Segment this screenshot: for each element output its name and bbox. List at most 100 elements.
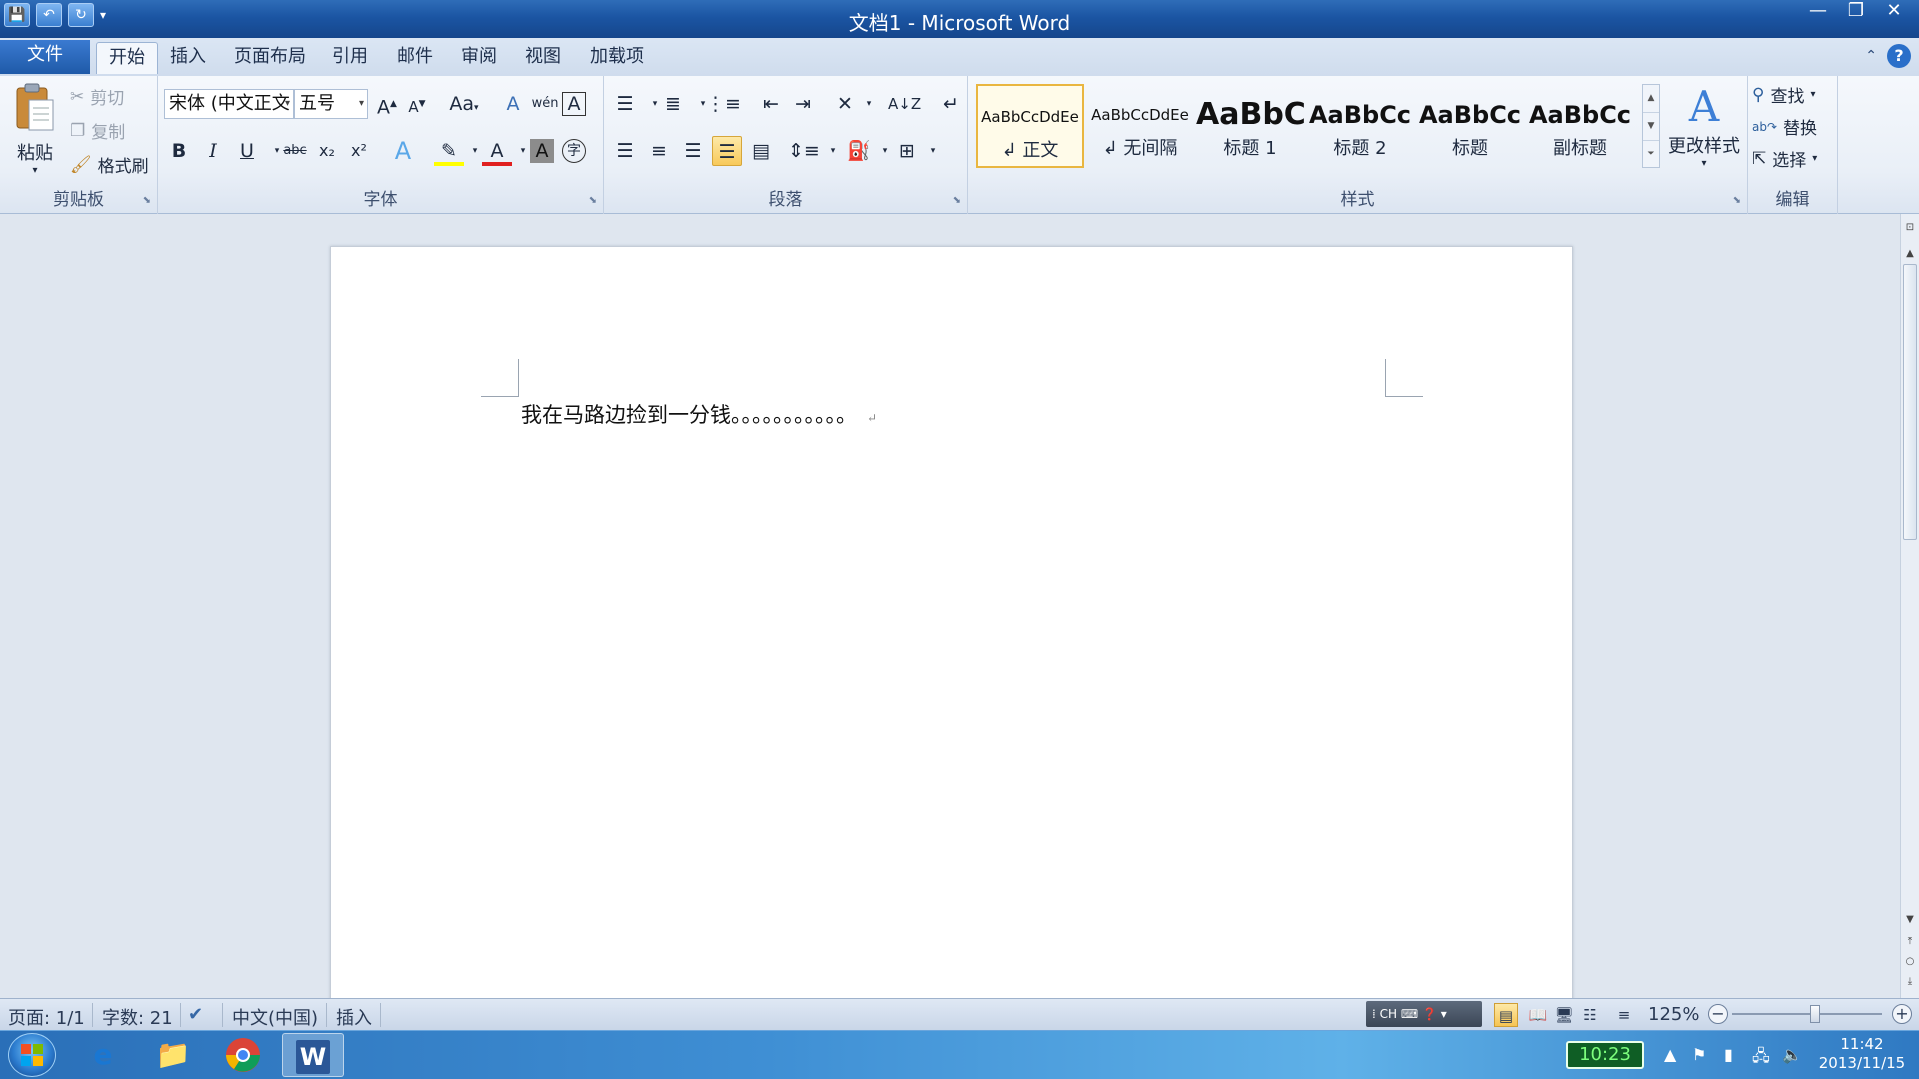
find-button[interactable]: ⚲ 查找 ▾ — [1752, 82, 1815, 108]
font-launcher-icon[interactable]: ⬊ — [589, 195, 597, 206]
zoom-slider-thumb[interactable] — [1810, 1005, 1820, 1023]
ime-toolbar[interactable]: ⁞ CH ⌨ ❓ ▾ — [1366, 1001, 1482, 1027]
volume-icon[interactable]: 🔈 — [1782, 1045, 1802, 1064]
chinese-layout-dropdown-icon[interactable]: ▾ — [854, 89, 884, 119]
prev-page-icon[interactable]: ⤒ — [1901, 936, 1919, 947]
sort-button[interactable]: A↓Z — [888, 89, 921, 119]
zoom-in-icon[interactable]: + — [1892, 1004, 1912, 1024]
styles-scroll[interactable]: ▲ ▼ ⏷ — [1642, 84, 1660, 168]
help-icon[interactable]: ? — [1887, 44, 1911, 68]
tab-mailings[interactable]: 邮件 — [385, 42, 445, 74]
ruler-toggle-icon[interactable]: ⊡ — [1901, 222, 1919, 233]
change-styles-dropdown-icon[interactable]: ▾ — [1662, 158, 1746, 169]
distributed-button[interactable]: ▤ — [746, 136, 776, 166]
insert-mode[interactable]: 插入 — [336, 1004, 372, 1030]
scroll-thumb[interactable] — [1903, 264, 1917, 540]
underline-button[interactable]: U — [232, 136, 262, 166]
style-subtitle[interactable]: AaBbCc 副标题 — [1526, 84, 1634, 168]
outline-view-icon[interactable]: ☷ — [1578, 1003, 1602, 1027]
strikethrough-button[interactable]: abc — [280, 136, 310, 166]
font-size-combo[interactable]: 五号 ▾ — [294, 89, 368, 119]
style-heading-1[interactable]: AaBbC 标题 1 — [1196, 84, 1304, 168]
show-marks-button[interactable]: ↵ — [936, 89, 966, 119]
tab-references[interactable]: 引用 — [320, 42, 380, 74]
tab-review[interactable]: 审阅 — [449, 42, 509, 74]
style-heading-2[interactable]: AaBbCc 标题 2 — [1306, 84, 1414, 168]
vertical-scrollbar[interactable]: ⊡ ▲ ▼ ⤒ ○ ⤓ — [1900, 214, 1919, 998]
numbering-button[interactable]: ≣ — [658, 89, 688, 119]
print-layout-view-icon[interactable]: ▤ — [1494, 1003, 1518, 1027]
replace-button[interactable]: ab↷ 替换 — [1752, 114, 1817, 139]
network-icon[interactable]: 🖧 — [1752, 1045, 1770, 1072]
styles-more-icon[interactable]: ⏷ — [1643, 141, 1659, 169]
decrease-indent-button[interactable]: ⇤ — [756, 89, 786, 119]
scroll-up-icon[interactable]: ▲ — [1901, 248, 1919, 259]
enclose-char-button[interactable]: 字 — [562, 139, 586, 163]
change-case-button[interactable]: Aa▾ — [444, 89, 484, 119]
styles-down-icon[interactable]: ▼ — [1643, 113, 1659, 141]
copy-button[interactable]: ❐ 复制 — [70, 118, 125, 144]
cut-button[interactable]: ✂ 剪切 — [70, 84, 124, 110]
next-page-icon[interactable]: ⤓ — [1901, 976, 1919, 987]
file-explorer-icon[interactable]: 📁 — [142, 1033, 204, 1077]
bullets-button[interactable]: ☰ — [610, 89, 640, 119]
minimize-button[interactable]: — — [1799, 0, 1837, 24]
style-normal[interactable]: AaBbCcDdEe ↲ 正文 — [976, 84, 1084, 168]
draft-view-icon[interactable]: ≡ — [1612, 1003, 1636, 1027]
align-right-button[interactable]: ☰ — [678, 136, 708, 166]
clipboard-launcher-icon[interactable]: ⬊ — [143, 195, 151, 206]
start-button[interactable] — [8, 1033, 56, 1077]
char-border-button[interactable]: A — [562, 92, 586, 116]
zoom-level[interactable]: 125% — [1648, 1004, 1699, 1025]
style-title[interactable]: AaBbCc 标题 — [1416, 84, 1524, 168]
borders-dropdown-icon[interactable]: ▾ — [918, 136, 948, 166]
line-spacing-button[interactable]: ⇕≡ — [788, 136, 820, 166]
align-left-button[interactable]: ☰ — [610, 136, 640, 166]
multilevel-list-button[interactable]: ⋮≡ — [706, 89, 741, 119]
tab-home[interactable]: 开始 — [96, 42, 158, 74]
tab-file[interactable]: 文件 — [0, 40, 90, 74]
document-body[interactable]: 我在马路边捡到一分钱。。。。。。。。。。。 ↵ — [521, 399, 877, 429]
close-button[interactable]: ✕ — [1875, 0, 1913, 24]
power-icon[interactable]: ▮ — [1724, 1045, 1733, 1064]
grow-font-button[interactable]: A▲ — [372, 89, 402, 119]
paragraph-launcher-icon[interactable]: ⬊ — [953, 195, 961, 206]
justify-button[interactable]: ☰ — [712, 136, 742, 166]
tab-view[interactable]: 视图 — [513, 42, 573, 74]
text-effect-button[interactable]: A — [388, 136, 418, 166]
change-styles-button[interactable]: A 更改样式 ▾ — [1662, 82, 1746, 169]
italic-button[interactable]: I — [198, 136, 228, 166]
reading-view-icon[interactable]: 📖 — [1526, 1003, 1550, 1027]
proofing-icon[interactable]: ✔ — [188, 1004, 203, 1025]
language-status[interactable]: 中文(中国) — [232, 1004, 318, 1030]
web-layout-icon[interactable]: 🖥 — [1552, 1003, 1576, 1027]
style-no-spacing[interactable]: AaBbCcDdEe ↲ 无间隔 — [1086, 84, 1194, 168]
format-painter-button[interactable]: 🖌 格式刷 — [70, 152, 149, 178]
zoom-slider-track[interactable] — [1732, 1013, 1882, 1015]
show-hidden-icons[interactable]: ▲ — [1664, 1045, 1676, 1064]
font-name-combo[interactable]: 宋体 (中文正文 ▾ — [164, 89, 294, 119]
restore-button[interactable]: ❐ — [1837, 0, 1875, 24]
internet-explorer-icon[interactable]: e — [72, 1033, 134, 1077]
system-clock[interactable]: 11:42 2013/11/15 — [1812, 1035, 1912, 1073]
scroll-down-icon[interactable]: ▼ — [1901, 914, 1919, 925]
zoom-out-icon[interactable]: − — [1708, 1004, 1728, 1024]
tab-insert[interactable]: 插入 — [158, 42, 218, 74]
browse-object-icon[interactable]: ○ — [1901, 956, 1919, 967]
subscript-button[interactable]: x₂ — [312, 136, 342, 166]
paste-button[interactable]: 粘贴 ▾ — [8, 82, 62, 176]
word-count[interactable]: 字数: 21 — [102, 1004, 173, 1030]
action-center-icon[interactable]: ⚑ — [1692, 1045, 1706, 1064]
select-button[interactable]: ⇱ 选择 ▾ — [1752, 146, 1817, 172]
phonetic-guide-button[interactable]: wén — [530, 89, 560, 119]
page-count[interactable]: 页面: 1/1 — [8, 1004, 85, 1030]
collapse-ribbon-icon[interactable]: ⌃ — [1865, 48, 1877, 64]
increase-indent-button[interactable]: ⇥ — [788, 89, 818, 119]
superscript-button[interactable]: x² — [344, 136, 374, 166]
bold-button[interactable]: B — [164, 136, 194, 166]
tab-page-layout[interactable]: 页面布局 — [222, 42, 318, 74]
tab-addins[interactable]: 加载项 — [578, 42, 656, 74]
styles-up-icon[interactable]: ▲ — [1643, 85, 1659, 113]
document-page[interactable]: 我在马路边捡到一分钱。。。。。。。。。。。 ↵ — [330, 246, 1573, 1006]
paste-dropdown-icon[interactable]: ▾ — [8, 165, 62, 176]
